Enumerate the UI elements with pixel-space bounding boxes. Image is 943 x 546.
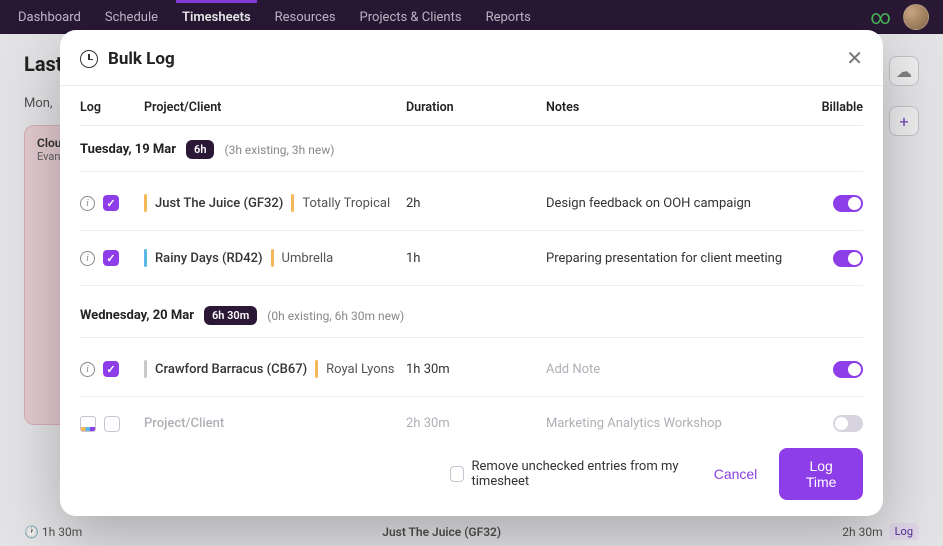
billable-toggle[interactable] bbox=[833, 415, 863, 432]
notes-cell[interactable]: Design feedback on OOH campaign bbox=[546, 196, 811, 211]
info-icon[interactable]: i bbox=[80, 196, 95, 211]
day-label: Tuesday, 19 Mar bbox=[80, 142, 176, 157]
entry-checkbox[interactable] bbox=[103, 195, 119, 211]
col-duration: Duration bbox=[406, 100, 546, 115]
duration-cell[interactable]: 1h 30m bbox=[406, 362, 546, 377]
day-header: Wednesday, 20 Mar 6h 30m (0h existing, 6… bbox=[80, 292, 863, 338]
project-cell[interactable]: Project/Client bbox=[144, 416, 406, 431]
client-name: Totally Tropical bbox=[302, 196, 390, 211]
day-summary: (3h existing, 3h new) bbox=[224, 143, 334, 157]
billable-toggle[interactable] bbox=[833, 250, 863, 267]
notes-cell[interactable]: Marketing Analytics Workshop bbox=[546, 416, 811, 431]
project-cell[interactable]: Just The Juice (GF32) Totally Tropical bbox=[144, 194, 406, 212]
calendar-icon[interactable] bbox=[80, 416, 96, 432]
modal-title-text: Bulk Log bbox=[108, 49, 175, 69]
billable-toggle[interactable] bbox=[833, 195, 863, 212]
entry-checkbox[interactable] bbox=[104, 416, 120, 432]
entry-row: i Crawford Barracus (CB67) Royal Lyons 1… bbox=[80, 342, 863, 397]
client-color-bar bbox=[315, 360, 318, 378]
remove-unchecked-checkbox[interactable] bbox=[450, 466, 464, 482]
day-total-pill: 6h bbox=[186, 140, 214, 159]
project-color-bar bbox=[144, 249, 147, 267]
col-billable: Billable bbox=[811, 100, 863, 115]
project-name: Crawford Barracus (CB67) bbox=[155, 362, 307, 377]
client-name: Royal Lyons bbox=[326, 362, 394, 377]
billable-toggle[interactable] bbox=[833, 361, 863, 378]
entry-checkbox[interactable] bbox=[103, 361, 119, 377]
day-summary: (0h existing, 6h 30m new) bbox=[267, 309, 404, 323]
entry-row: i Just The Juice (GF32) Totally Tropical… bbox=[80, 176, 863, 231]
remove-unchecked-label: Remove unchecked entries from my timeshe… bbox=[472, 459, 692, 489]
project-color-bar bbox=[144, 194, 147, 212]
day-total-pill: 6h 30m bbox=[204, 306, 257, 325]
notes-cell[interactable]: Add Note bbox=[546, 362, 811, 377]
col-notes: Notes bbox=[546, 100, 811, 115]
col-log: Log bbox=[80, 100, 144, 115]
project-color-bar bbox=[144, 360, 147, 378]
duration-cell[interactable]: 2h 30m bbox=[406, 416, 546, 431]
close-icon[interactable]: ✕ bbox=[846, 46, 863, 71]
clock-icon bbox=[80, 50, 98, 68]
client-color-bar bbox=[271, 249, 274, 267]
project-name: Just The Juice (GF32) bbox=[155, 196, 283, 211]
project-cell[interactable]: Crawford Barracus (CB67) Royal Lyons bbox=[144, 360, 406, 378]
duration-cell[interactable]: 1h bbox=[406, 251, 546, 266]
modal-header: Bulk Log ✕ bbox=[60, 30, 883, 86]
duration-cell[interactable]: 2h bbox=[406, 196, 546, 211]
info-icon[interactable]: i bbox=[80, 362, 95, 377]
cancel-button[interactable]: Cancel bbox=[714, 466, 758, 482]
log-time-button[interactable]: Log Time bbox=[779, 448, 863, 500]
project-placeholder: Project/Client bbox=[144, 416, 224, 431]
entry-row: i Rainy Days (RD42) Umbrella 1h Preparin… bbox=[80, 231, 863, 286]
bulk-log-modal: Bulk Log ✕ Log Project/Client Duration N… bbox=[60, 30, 883, 516]
info-icon[interactable]: i bbox=[80, 251, 95, 266]
day-header: Tuesday, 19 Mar 6h (3h existing, 3h new) bbox=[80, 125, 863, 172]
col-project: Project/Client bbox=[144, 100, 406, 115]
notes-cell[interactable]: Preparing presentation for client meetin… bbox=[546, 251, 811, 266]
entry-row: Project/Client 2h 30m Marketing Analytic… bbox=[80, 397, 863, 432]
client-name: Umbrella bbox=[282, 251, 334, 266]
column-headers: Log Project/Client Duration Notes Billab… bbox=[60, 86, 883, 125]
modal-body: Tuesday, 19 Mar 6h (3h existing, 3h new)… bbox=[60, 125, 883, 432]
entry-checkbox[interactable] bbox=[103, 250, 119, 266]
project-cell[interactable]: Rainy Days (RD42) Umbrella bbox=[144, 249, 406, 267]
project-name: Rainy Days (RD42) bbox=[155, 251, 263, 266]
modal-footer: Remove unchecked entries from my timeshe… bbox=[60, 432, 883, 516]
day-label: Wednesday, 20 Mar bbox=[80, 308, 194, 323]
client-color-bar bbox=[291, 194, 294, 212]
